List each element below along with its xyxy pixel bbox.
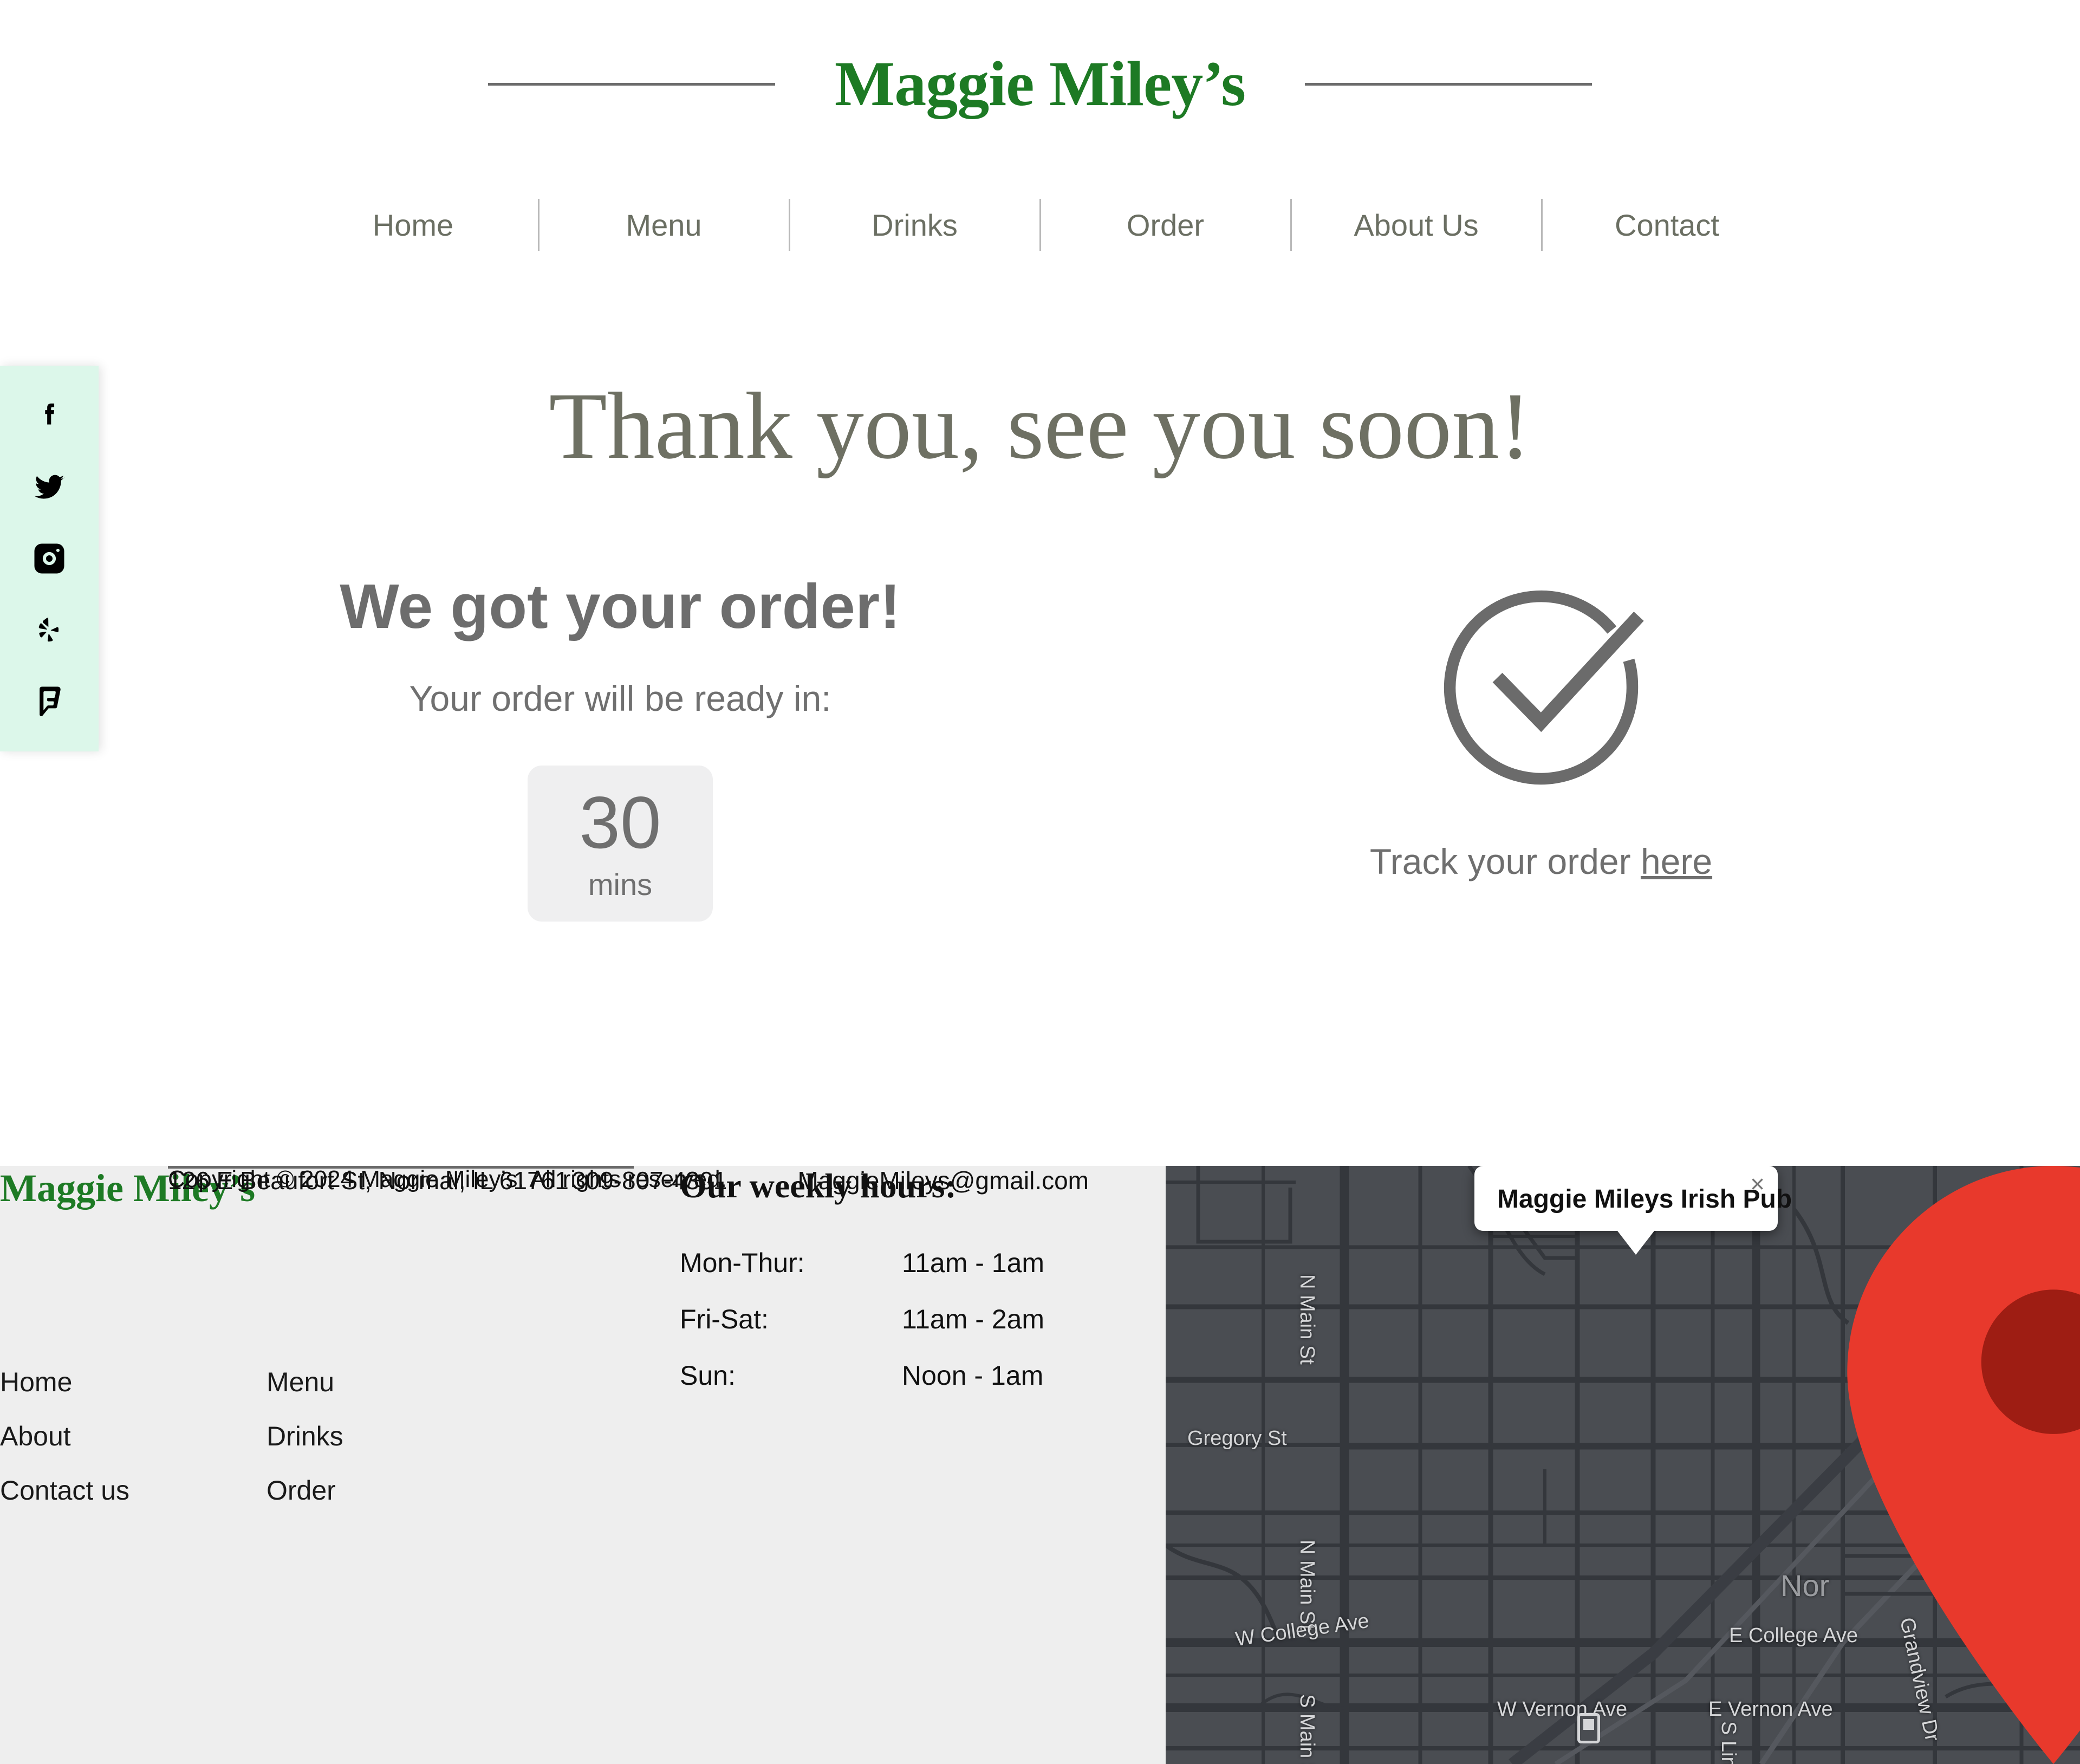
yelp-icon[interactable] <box>29 609 70 651</box>
map-info-window[interactable]: Maggie Mileys Irish Pub × <box>1474 1166 1792 1255</box>
location-map[interactable]: Gregory St N Main St N Main St n St Fort… <box>1166 1166 2080 1764</box>
hours-row: Mon-Thur: 11am - 1am <box>680 1247 1059 1279</box>
hours-row: Sun: Noon - 1am <box>680 1360 1059 1391</box>
track-order-text: Track your order <box>1369 841 1641 881</box>
footer-link-about[interactable]: About <box>0 1421 217 1452</box>
footer-copyright: Copyright © 2024 Maggie Miley’s. All rig… <box>168 1166 727 1192</box>
brand-rule-left <box>487 82 775 86</box>
facebook-icon[interactable] <box>29 395 70 436</box>
site-logo[interactable]: Maggie Miley’s <box>835 52 1246 116</box>
footer-link-drinks[interactable]: Drinks <box>266 1421 483 1452</box>
hours-time: 11am - 2am <box>902 1304 1045 1334</box>
footer-links: Home About Contact us Menu Drinks Order <box>0 1366 483 1506</box>
page-title: Thank you, see you soon! <box>549 373 1531 479</box>
footer-links-column-1: Home About Contact us <box>0 1366 217 1506</box>
track-order-link[interactable]: here <box>1641 841 1712 881</box>
nav-item-drinks[interactable]: Drinks <box>790 207 1039 243</box>
page-root: Maggie Miley’s Home Menu Drinks Order Ab… <box>0 0 2080 1764</box>
footer-link-order[interactable]: Order <box>266 1475 483 1506</box>
nav-item-menu[interactable]: Menu <box>540 207 789 243</box>
order-confirmation-section: We got your order! Your order will be re… <box>0 569 2080 1002</box>
map-info-window-tail <box>1617 1231 1654 1255</box>
main-navigation: Home Menu Drinks Order About Us Contact <box>0 192 2080 257</box>
map-label: Gregory St <box>1187 1427 1287 1450</box>
footer-links-column-2: Menu Drinks Order <box>266 1366 483 1506</box>
footer-link-home[interactable]: Home <box>0 1366 217 1398</box>
eta-badge: 30 mins <box>528 766 713 922</box>
close-icon[interactable]: × <box>1750 1171 1765 1196</box>
map-info-window-title: Maggie Mileys Irish Pub <box>1497 1185 1792 1214</box>
brand-rule-right <box>1305 82 1592 86</box>
footer-link-menu[interactable]: Menu <box>266 1366 483 1398</box>
order-status-column: We got your order! Your order will be re… <box>98 569 1143 922</box>
hours-day: Sun: <box>680 1360 736 1391</box>
hours-time: Noon - 1am <box>902 1360 1044 1391</box>
footer-link-contact-us[interactable]: Contact us <box>0 1475 217 1506</box>
brand-row: Maggie Miley’s <box>0 49 2080 119</box>
eta-minutes-unit: mins <box>588 867 653 902</box>
hours-day: Fri-Sat: <box>680 1304 769 1334</box>
map-label: N Main St <box>1296 1274 1318 1365</box>
track-order-line: Track your order here <box>1148 841 1934 882</box>
hours-row: Fri-Sat: 11am - 2am <box>680 1303 1059 1335</box>
map-label: S Main St <box>1296 1694 1318 1764</box>
twitter-icon[interactable] <box>29 466 70 508</box>
order-success-column: Track your order here <box>1148 569 1934 882</box>
instagram-icon[interactable] <box>29 538 70 579</box>
hours-day: Mon-Thur: <box>680 1248 805 1278</box>
footer-email[interactable]: MaggieMileys@gmail.com <box>797 1166 1089 1195</box>
weekly-hours-list: Mon-Thur: 11am - 1am Fri-Sat: 11am - 2am… <box>680 1247 1059 1391</box>
weekly-hours-block: Our weekly hours: Mon-Thur: 11am - 1am F… <box>680 1166 1059 1416</box>
site-header: Maggie Miley’s Home Menu Drinks Order Ab… <box>0 0 2080 293</box>
social-sidebar <box>0 366 99 751</box>
nav-item-about-us[interactable]: About Us <box>1292 207 1541 243</box>
nav-item-home[interactable]: Home <box>289 207 538 243</box>
order-ready-subheading: Your order will be ready in: <box>409 678 831 719</box>
nav-item-contact[interactable]: Contact <box>1543 207 1792 243</box>
foursquare-icon[interactable] <box>29 681 70 722</box>
eta-minutes-value: 30 <box>579 781 661 864</box>
nav-item-order[interactable]: Order <box>1041 207 1290 243</box>
order-confirm-heading: We got your order! <box>340 571 901 641</box>
hours-time: 11am - 1am <box>902 1248 1045 1278</box>
check-circle-icon <box>1148 569 1934 802</box>
